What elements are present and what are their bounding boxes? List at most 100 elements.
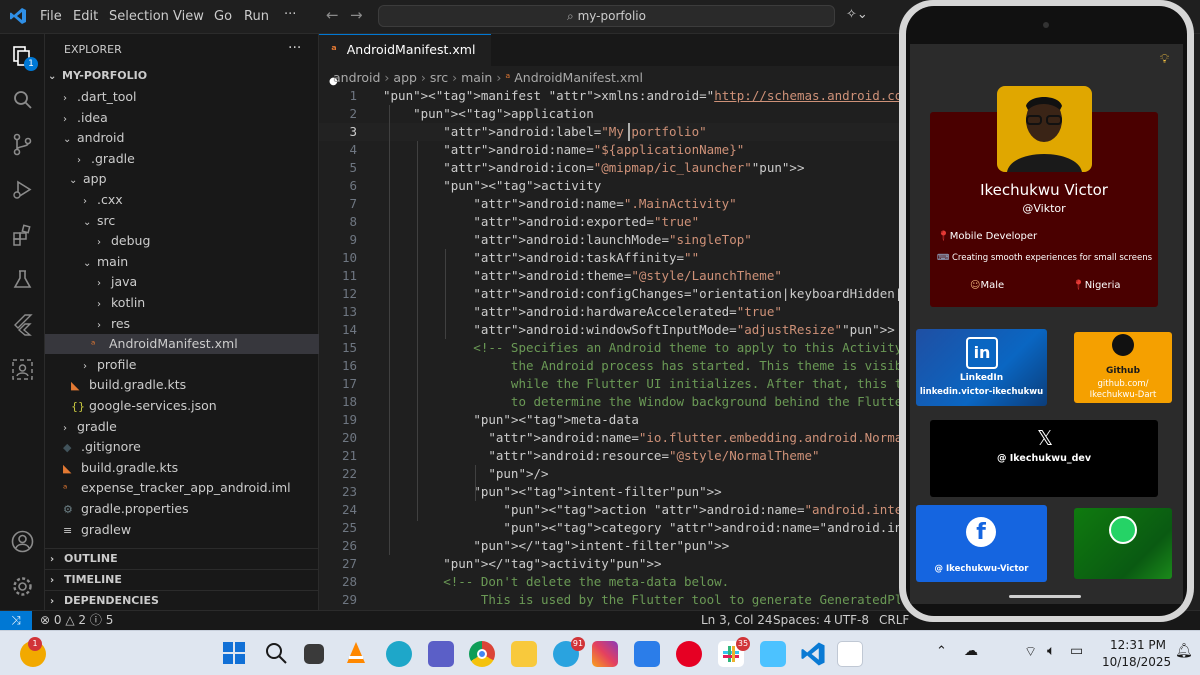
forward-arrow-icon[interactable]: → — [350, 6, 363, 24]
file-explorer-icon[interactable] — [511, 641, 537, 667]
vlc-icon[interactable] — [344, 641, 370, 667]
more-menu-icon[interactable]: ··· — [284, 7, 296, 22]
back-arrow-icon[interactable]: ← — [326, 6, 339, 24]
remote-explorer-icon[interactable] — [10, 357, 35, 382]
run-debug-icon[interactable] — [10, 177, 35, 202]
breadcrumb-file[interactable]: AndroidManifest.xml — [514, 70, 643, 85]
tree-item[interactable]: ◣ build.gradle.kts — [45, 375, 319, 395]
tree-item[interactable]: › profile — [45, 355, 319, 375]
explorer-more-icon[interactable]: ··· — [288, 40, 301, 56]
encoding[interactable]: UTF-8 — [834, 611, 869, 630]
extensions-icon[interactable] — [10, 223, 35, 248]
breadcrumb-src[interactable]: src — [430, 70, 448, 85]
gesture-nav-bar[interactable] — [1009, 595, 1081, 598]
taskbar-search-icon[interactable] — [264, 641, 290, 667]
theme-toggle-bulb-icon[interactable]: 💡︎ — [1160, 52, 1169, 67]
menu-view[interactable]: View — [173, 9, 204, 24]
tree-item[interactable]: ⌄ app — [45, 169, 319, 189]
menu-file[interactable]: File — [40, 9, 62, 24]
show-hidden-icons[interactable]: ⌃ — [936, 644, 947, 659]
linkedin-card[interactable]: in LinkedIn linkedin.victor-ikechukwu — [916, 329, 1047, 406]
settings-gear-icon[interactable] — [10, 574, 35, 599]
tree-item[interactable]: ⌄ src — [45, 211, 319, 231]
vscode-logo-icon[interactable] — [9, 7, 27, 25]
timeline-section[interactable]: › TIMELINE — [45, 569, 319, 589]
breadcrumb-app[interactable]: app — [393, 70, 417, 85]
telegram-icon[interactable]: 91 — [553, 637, 585, 667]
wifi-icon[interactable]: ⌔ — [1024, 643, 1037, 661]
tree-item[interactable]: › .gradle — [45, 149, 319, 169]
instagram-icon[interactable] — [592, 641, 618, 667]
tree-item[interactable]: › .cxx — [45, 190, 319, 210]
pinterest-icon[interactable] — [676, 641, 702, 667]
linkedin-link: linkedin.victor-ikechukwu — [919, 387, 1044, 397]
tree-item[interactable]: ᵃ AndroidManifest.xml — [45, 334, 319, 355]
breadcrumb-android[interactable]: android — [333, 70, 380, 85]
notepad-icon[interactable] — [760, 641, 786, 667]
onedrive-icon[interactable]: ☁ — [964, 643, 978, 659]
menu-go[interactable]: Go — [214, 9, 232, 24]
edge-icon[interactable] — [386, 641, 412, 667]
tree-item[interactable]: ⌄ main — [45, 252, 319, 272]
cursor-position[interactable]: Ln 3, Col 24 — [701, 611, 773, 630]
clock-date[interactable]: 10/18/2025 — [1102, 655, 1171, 669]
menu-run[interactable]: Run — [244, 9, 269, 24]
x-card[interactable]: 𝕏 @ Ikechukwu_dev — [930, 420, 1158, 497]
search-icon[interactable] — [10, 88, 35, 113]
tree-item[interactable]: › .idea — [45, 108, 319, 128]
facebook-card[interactable]: f @ Ikechukwu-Victor — [916, 505, 1047, 582]
github-card[interactable]: Github github.com/ Ikechukwu-Dart — [1074, 332, 1172, 403]
problems-indicator[interactable]: ⊗ 0 △ 2 ⓘ 5 — [40, 611, 113, 630]
tree-item[interactable]: ◆ .gitignore — [45, 437, 319, 457]
dependencies-section[interactable]: › DEPENDENCIES — [45, 590, 319, 610]
teams-icon[interactable] — [428, 641, 454, 667]
tree-item[interactable]: › res — [45, 314, 319, 334]
menu-edit[interactable]: Edit — [73, 9, 98, 24]
battery-icon[interactable]: ▭ — [1070, 643, 1083, 659]
whatsapp-card[interactable] — [1074, 508, 1172, 579]
task-view-icon[interactable] — [304, 644, 324, 664]
line-ending[interactable]: CRLF — [879, 611, 909, 630]
tree-item[interactable]: › gradle — [45, 417, 319, 437]
testing-icon[interactable] — [10, 267, 35, 292]
tree-item[interactable]: ᵃ expense_tracker_app_android.iml — [45, 478, 319, 498]
command-center-search[interactable]: ⌕ my-porfolio — [378, 5, 835, 27]
clock-time[interactable]: 12:31 PM — [1110, 638, 1166, 652]
weather-icon[interactable]: 1 — [20, 637, 46, 667]
start-icon[interactable] — [222, 641, 248, 667]
vscode-taskbar-icon[interactable] — [800, 641, 826, 667]
tree-item[interactable]: ≡ gradlew — [45, 520, 319, 540]
tree-item[interactable]: ◣ build.gradle.kts — [45, 458, 319, 478]
tree-item[interactable]: ⚙ gradle.properties — [45, 499, 319, 519]
indent-guide — [475, 465, 476, 501]
slack-icon[interactable]: 35 — [718, 637, 750, 667]
code-line: 6 "pun"><"tag">activity — [319, 177, 900, 195]
code-editor[interactable]: 1 "pun"><"tag">manifest "attr">xmlns:andr… — [319, 87, 900, 610]
chrome-icon[interactable] — [469, 641, 495, 667]
flutter-icon[interactable] — [10, 312, 35, 337]
file-icon: ≡ — [63, 523, 73, 537]
volume-icon[interactable]: 🔈︎ — [1047, 643, 1055, 659]
tree-item[interactable]: › .dart_tool — [45, 87, 319, 107]
indentation[interactable]: Spaces: 4 — [773, 611, 831, 630]
android-emulator-icon[interactable] — [837, 641, 863, 667]
tree-item[interactable]: › debug — [45, 231, 319, 251]
project-root-label: MY-PORFOLIO — [62, 69, 148, 82]
tab-androidmanifest[interactable]: ᵃ AndroidManifest.xml ● — [319, 34, 491, 87]
person-icon: ☺︎ — [970, 280, 981, 291]
remote-indicator[interactable]: ⤨ — [0, 611, 32, 631]
project-root[interactable]: ⌄ MY-PORFOLIO — [45, 66, 319, 86]
tree-item[interactable]: ⌄ android — [45, 128, 319, 148]
breadcrumb-main[interactable]: main — [461, 70, 492, 85]
microsoft-store-icon[interactable] — [634, 641, 660, 667]
explorer-icon[interactable]: 1 — [10, 44, 38, 71]
tree-item[interactable]: {} google-services.json — [45, 396, 319, 416]
notification-bell-icon[interactable]: 🔔︎ — [1175, 643, 1193, 659]
account-icon[interactable] — [10, 529, 35, 554]
tree-item[interactable]: › java — [45, 272, 319, 292]
source-control-icon[interactable] — [10, 132, 35, 157]
menu-selection[interactable]: Selection — [109, 9, 169, 24]
tree-item[interactable]: › kotlin — [45, 293, 319, 313]
outline-section[interactable]: › OUTLINE — [45, 548, 319, 568]
copilot-icon[interactable]: ✧⌄ — [846, 7, 868, 22]
